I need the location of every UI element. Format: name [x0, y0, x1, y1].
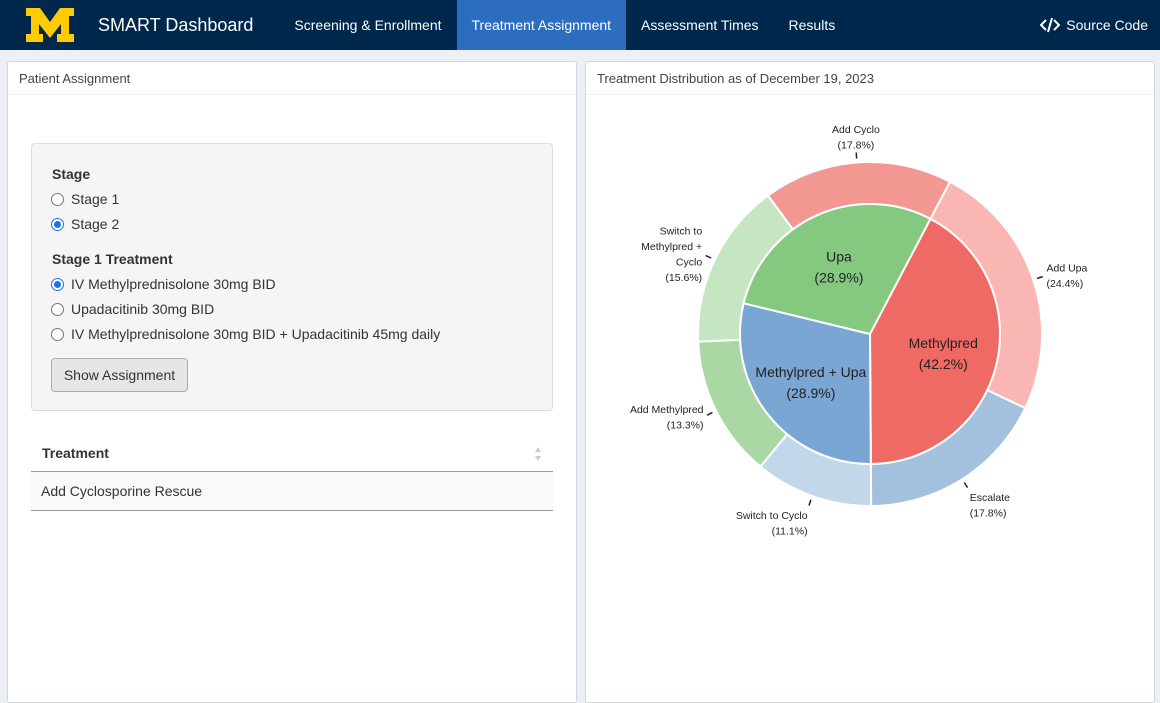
- radio-label[interactable]: IV Methylprednisolone 30mg BID + Upadaci…: [71, 326, 440, 342]
- outer-label-name: Add Methylpred: [630, 404, 704, 416]
- stage-1-radio-option[interactable]: Stage 1: [51, 191, 119, 207]
- outer-label-name: Methylpred +: [641, 241, 702, 253]
- table-header[interactable]: Treatment: [31, 434, 553, 472]
- radio-button[interactable]: [51, 327, 64, 341]
- table-cell: Add Cyclosporine Rescue: [41, 483, 203, 499]
- radio-button[interactable]: [51, 192, 64, 206]
- stage-2-radio-option[interactable]: Stage 2: [51, 216, 119, 232]
- outer-label-name: Add Cyclo: [832, 124, 880, 136]
- outer-label-pct: (17.8%): [838, 140, 875, 152]
- outer-label-pct: (11.1%): [772, 526, 808, 538]
- chart-title: Treatment Distribution as of December 19…: [586, 62, 1154, 95]
- radio-label[interactable]: Stage 1: [71, 191, 119, 207]
- inner-label-pct: (28.9%): [786, 385, 835, 401]
- inner-label-name: Methylpred + Upa: [755, 364, 866, 380]
- label-leader-line: [705, 254, 712, 259]
- radio-button-checked[interactable]: [51, 217, 64, 231]
- show-assignment-button[interactable]: Show Assignment: [51, 358, 188, 392]
- university-logo-icon[interactable]: [24, 6, 76, 44]
- outer-label-pct: (17.8%): [970, 508, 1007, 520]
- radio-button[interactable]: [51, 302, 64, 316]
- treatment-methylpred-radio-option[interactable]: IV Methylprednisolone 30mg BID: [51, 276, 276, 292]
- tab-assessment-times[interactable]: Assessment Times: [626, 0, 773, 50]
- sort-icon[interactable]: [534, 446, 542, 462]
- label-leader-line: [1036, 275, 1043, 280]
- tab-results[interactable]: Results: [774, 0, 851, 50]
- radio-label[interactable]: Upadacitinib 30mg BID: [71, 301, 214, 317]
- inner-label-name: Upa: [826, 248, 852, 264]
- outer-label-name: Add Upa: [1047, 263, 1088, 275]
- inner-label-pct: (42.2%): [919, 356, 968, 372]
- sunburst-chart: Methylpred (42.2%) Methylpred + Upa (28.9%)…: [630, 124, 1088, 538]
- treatment-distribution-panel: Treatment Distribution as of December 19…: [585, 61, 1155, 703]
- radio-label[interactable]: IV Methylprednisolone 30mg BID: [71, 276, 276, 292]
- source-code-label: Source Code: [1066, 17, 1148, 33]
- outer-label-name: Switch to Cyclo: [736, 510, 808, 522]
- radio-label[interactable]: Stage 2: [71, 216, 119, 232]
- stage1-treatment-label: Stage 1 Treatment: [52, 251, 173, 267]
- tab-screening-enrollment[interactable]: Screening & Enrollment: [279, 0, 456, 50]
- label-leader-line: [963, 482, 969, 489]
- inner-label-name: Methylpred: [909, 335, 978, 351]
- outer-label-pct: (13.3%): [667, 420, 704, 432]
- patient-assignment-panel: Patient Assignment Stage Stage 1 Stage 2…: [7, 61, 577, 703]
- panel-title: Patient Assignment: [8, 62, 576, 95]
- outer-label-pct: (15.6%): [665, 272, 702, 284]
- treatment-upa-radio-option[interactable]: Upadacitinib 30mg BID: [51, 301, 214, 317]
- source-code-link[interactable]: Source Code: [1040, 17, 1148, 33]
- stage-label: Stage: [52, 166, 91, 182]
- outer-label-name: Switch to: [660, 226, 703, 238]
- app-title[interactable]: SMART Dashboard: [98, 15, 253, 36]
- label-leader-line: [706, 411, 713, 416]
- tab-treatment-assignment[interactable]: Treatment Assignment: [456, 0, 627, 50]
- top-navbar: SMART Dashboard Screening & Enrollment T…: [0, 0, 1160, 50]
- radio-button-checked[interactable]: [51, 277, 64, 291]
- inner-label-pct: (28.9%): [814, 269, 863, 285]
- code-icon: [1040, 17, 1061, 33]
- outer-label-name: Escalate: [970, 492, 1010, 504]
- label-leader-line: [808, 499, 812, 506]
- column-header-treatment[interactable]: Treatment: [42, 445, 109, 461]
- outer-label-pct: (24.4%): [1047, 278, 1084, 290]
- treatment-table: Treatment Add Cyclosporine Rescue: [31, 434, 553, 511]
- assignment-form: Stage Stage 1 Stage 2 Stage 1 Treatment …: [31, 143, 553, 411]
- table-row[interactable]: Add Cyclosporine Rescue: [31, 472, 553, 511]
- outer-label-name: Cyclo: [676, 257, 702, 269]
- treatment-combo-radio-option[interactable]: IV Methylprednisolone 30mg BID + Upadaci…: [51, 326, 440, 342]
